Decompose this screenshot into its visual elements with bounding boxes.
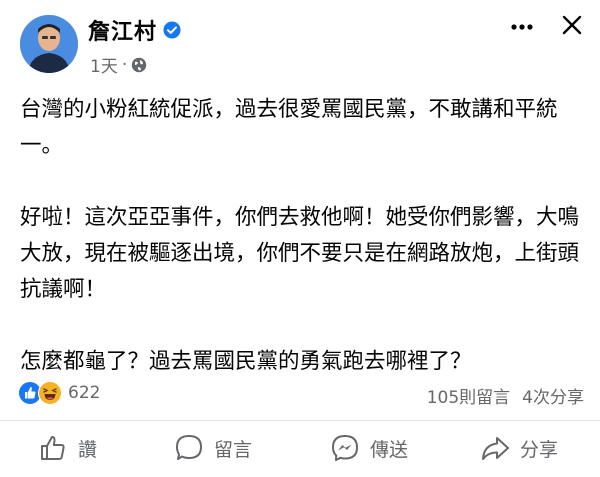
verified-badge-icon — [163, 21, 181, 39]
share-label: 分享 — [520, 438, 559, 461]
action-bar: 讚 留言 傳送 分享 — [0, 420, 600, 470]
author-name[interactable]: 詹江村 — [88, 14, 157, 46]
thumbs-up-icon — [41, 436, 65, 460]
send-label: 傳送 — [370, 438, 409, 461]
post-header: 詹江村 1天 · — [0, 0, 600, 90]
share-count[interactable]: 4次分享 — [522, 383, 584, 408]
send-button[interactable]: 傳送 — [330, 433, 408, 463]
globe-icon — [132, 57, 147, 72]
like-button[interactable]: 讚 — [38, 433, 97, 463]
like-label: 讚 — [78, 438, 98, 461]
author: 詹江村 — [88, 14, 181, 46]
meta-separator: · — [121, 54, 128, 75]
post-paragraph: 台灣的小粉紅統促派，過去很愛罵國民黨，不敢講和平統一。 — [20, 97, 558, 158]
comment-count[interactable]: 105則留言 — [427, 383, 510, 408]
comment-label: 留言 — [214, 438, 253, 461]
comment-button[interactable]: 留言 — [174, 433, 252, 463]
post-paragraph: 怎麼都龜了？過去罵國民黨的勇氣跑去哪裡了？ — [20, 349, 472, 374]
reactions-summary[interactable]: 622 — [18, 381, 100, 405]
engagement-counts: 105則留言 4次分享 — [427, 383, 584, 408]
post-time[interactable]: 1天 — [90, 52, 118, 77]
post-stats: 622 105則留言 4次分享 — [18, 381, 584, 408]
share-button[interactable]: 分享 — [480, 433, 558, 463]
reaction-count: 622 — [68, 383, 101, 403]
haha-reaction-icon — [38, 381, 62, 405]
close-icon[interactable] — [561, 14, 583, 36]
messenger-icon — [332, 435, 358, 461]
post-paragraph: 好啦！這次亞亞事件，你們去救他啊！她受你們影響，大鳴大放，現在被驅逐出境，你們不… — [20, 205, 580, 302]
avatar[interactable] — [20, 15, 78, 73]
comment-bubble-icon — [176, 435, 202, 460]
post-meta: 1天 · — [90, 52, 147, 77]
post-body: 台灣的小粉紅統促派，過去很愛罵國民黨，不敢講和平統一。 好啦！這次亞亞事件，你們… — [20, 92, 585, 380]
share-arrow-icon — [482, 437, 509, 460]
more-options-icon[interactable] — [510, 22, 534, 32]
